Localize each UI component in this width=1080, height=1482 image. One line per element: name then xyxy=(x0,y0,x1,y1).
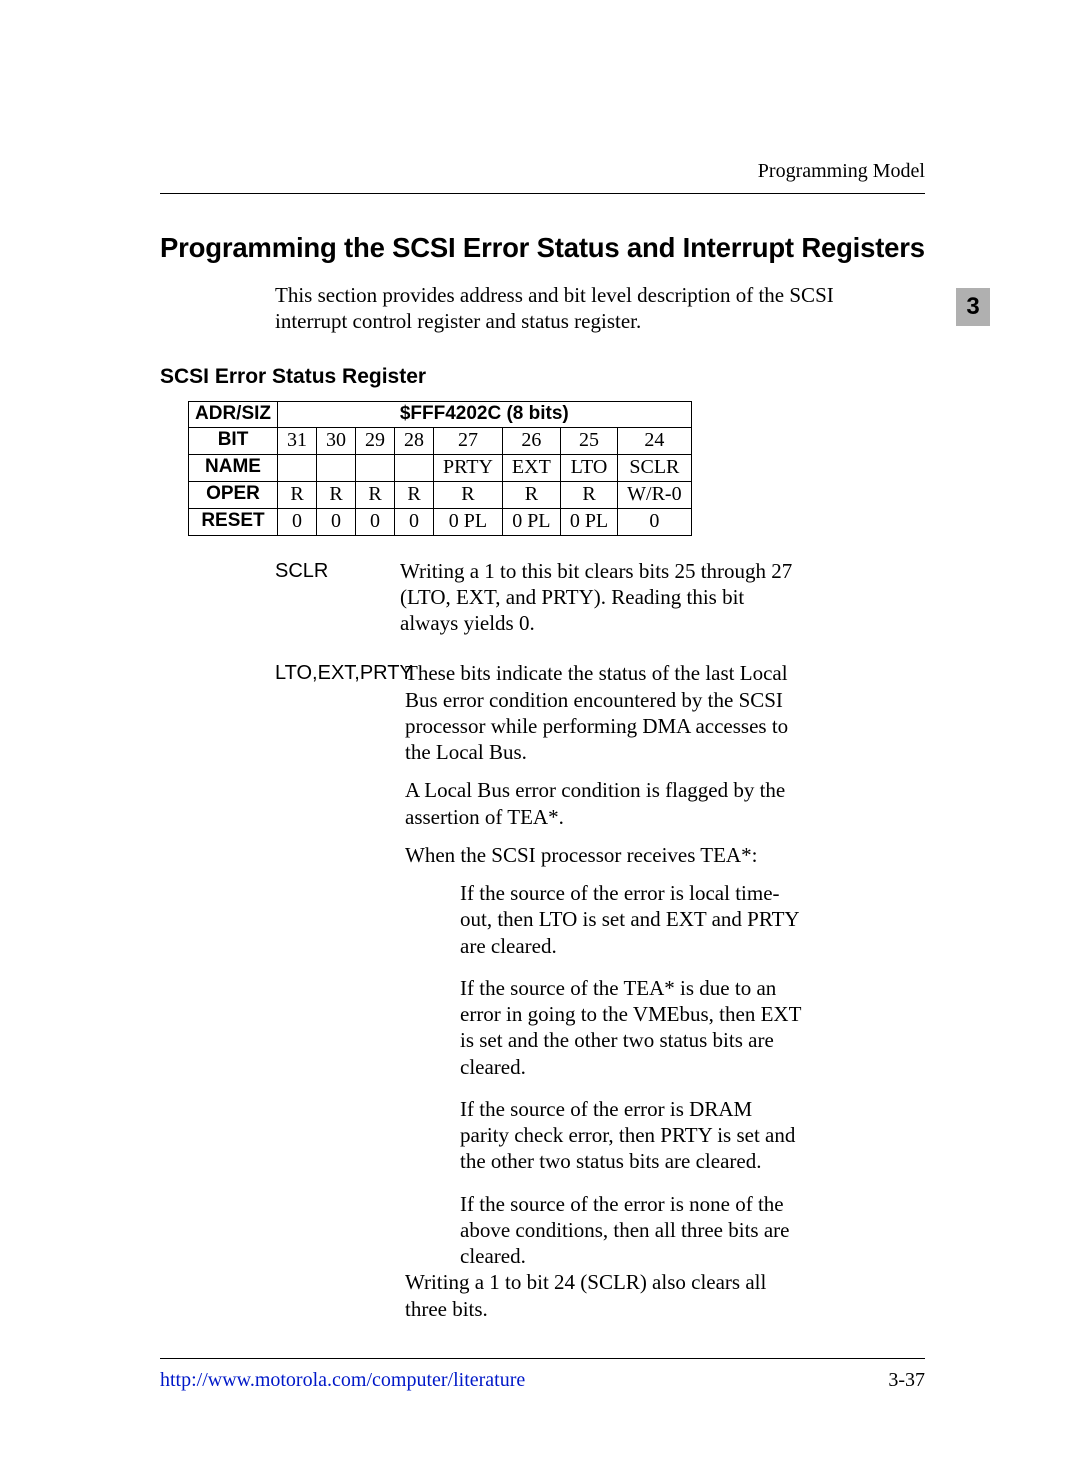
condition-item: If the source of the error is local time… xyxy=(460,880,805,959)
row-label-name: NAME xyxy=(189,454,278,481)
bit-24: 24 xyxy=(618,427,691,454)
row-label-adr: ADR/SIZ xyxy=(189,401,278,427)
reset-27: 0 PL xyxy=(434,508,503,535)
def-text: A Local Bus error condition is flagged b… xyxy=(405,777,805,830)
table-row: NAME PRTY EXT LTO SCLR xyxy=(189,454,692,481)
row-label-oper: OPER xyxy=(189,481,278,508)
reset-28: 0 xyxy=(395,508,434,535)
page-footer: http://www.motorola.com/computer/literat… xyxy=(160,1358,925,1392)
name-27: PRTY xyxy=(434,454,503,481)
bit-29: 29 xyxy=(356,427,395,454)
def-text: Writing a 1 to bit 24 (SCLR) also clears… xyxy=(405,1269,805,1322)
page-number: 3-37 xyxy=(888,1369,925,1392)
name-26: EXT xyxy=(502,454,560,481)
row-label-bit: BIT xyxy=(189,427,278,454)
def-text: These bits indicate the status of the la… xyxy=(405,660,805,765)
condition-list: If the source of the error is local time… xyxy=(460,880,805,1269)
reset-25: 0 PL xyxy=(560,508,617,535)
register-address: $FFF4202C (8 bits) xyxy=(278,401,692,427)
reset-26: 0 PL xyxy=(502,508,560,535)
reset-24: 0 xyxy=(618,508,691,535)
bit-31: 31 xyxy=(278,427,317,454)
bit-28: 28 xyxy=(395,427,434,454)
condition-item: If the source of the TEA* is due to an e… xyxy=(460,975,805,1080)
bit-definitions: SCLR Writing a 1 to this bit clears bits… xyxy=(275,558,925,1322)
oper-27: R xyxy=(434,481,503,508)
table-row: OPER R R R R R R R W/R-0 xyxy=(189,481,692,508)
name-30 xyxy=(317,454,356,481)
def-label-sclr: SCLR xyxy=(275,558,400,584)
reset-30: 0 xyxy=(317,508,356,535)
oper-28: R xyxy=(395,481,434,508)
definition-sclr: SCLR Writing a 1 to this bit clears bits… xyxy=(275,558,925,637)
register-table: ADR/SIZ $FFF4202C (8 bits) BIT 31 30 29 … xyxy=(188,401,692,536)
condition-item: If the source of the error is DRAM parit… xyxy=(460,1096,805,1175)
table-row: ADR/SIZ $FFF4202C (8 bits) xyxy=(189,401,692,427)
name-29 xyxy=(356,454,395,481)
def-text: Writing a 1 to this bit clears bits 25 t… xyxy=(400,558,800,637)
name-25: LTO xyxy=(560,454,617,481)
name-24: SCLR xyxy=(618,454,691,481)
definition-lto-ext-prty: LTO,EXT,PRTY These bits indicate the sta… xyxy=(275,660,925,1322)
def-text: When the SCSI processor receives TEA*: xyxy=(405,842,805,868)
table-row: RESET 0 0 0 0 0 PL 0 PL 0 PL 0 xyxy=(189,508,692,535)
name-31 xyxy=(278,454,317,481)
reset-31: 0 xyxy=(278,508,317,535)
oper-25: R xyxy=(560,481,617,508)
row-label-reset: RESET xyxy=(189,508,278,535)
oper-31: R xyxy=(278,481,317,508)
section-heading: SCSI Error Status Register xyxy=(160,365,925,389)
bit-30: 30 xyxy=(317,427,356,454)
name-28 xyxy=(395,454,434,481)
condition-item: If the source of the error is none of th… xyxy=(460,1191,805,1270)
chapter-tab: 3 xyxy=(956,288,990,326)
footer-link[interactable]: http://www.motorola.com/computer/literat… xyxy=(160,1369,525,1392)
def-label-lto-ext-prty: LTO,EXT,PRTY xyxy=(275,660,405,686)
page-title: Programming the SCSI Error Status and In… xyxy=(160,232,925,264)
oper-29: R xyxy=(356,481,395,508)
bit-27: 27 xyxy=(434,427,503,454)
intro-paragraph: This section provides address and bit le… xyxy=(275,282,835,335)
bit-25: 25 xyxy=(560,427,617,454)
table-row: BIT 31 30 29 28 27 26 25 24 xyxy=(189,427,692,454)
reset-29: 0 xyxy=(356,508,395,535)
oper-24: W/R-0 xyxy=(618,481,691,508)
running-head: Programming Model xyxy=(160,160,925,194)
bit-26: 26 xyxy=(502,427,560,454)
oper-30: R xyxy=(317,481,356,508)
oper-26: R xyxy=(502,481,560,508)
